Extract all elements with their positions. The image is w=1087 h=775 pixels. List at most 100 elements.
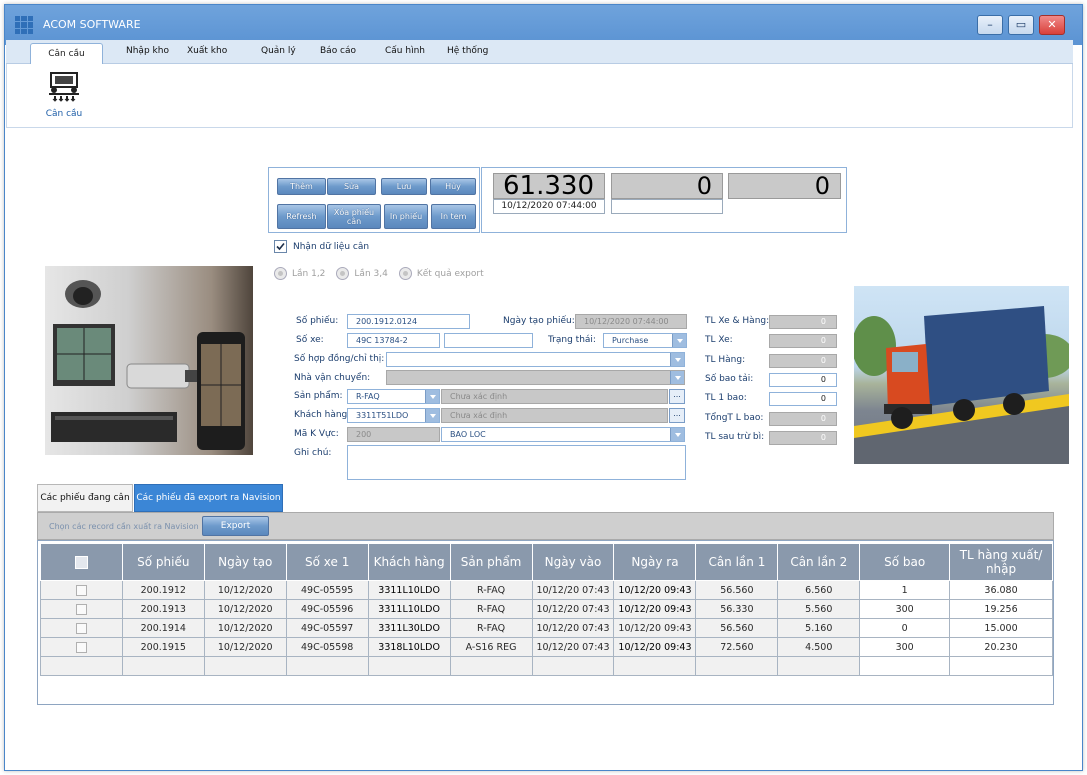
- row-checkbox[interactable]: [75, 641, 87, 653]
- column-header[interactable]: Ngày tạo: [203, 543, 287, 581]
- empty-cell: [40, 656, 123, 676]
- select-all-checkbox[interactable]: [74, 556, 88, 569]
- column-header[interactable]: Cân lần 1: [695, 543, 779, 581]
- row-checkbox[interactable]: [75, 584, 87, 596]
- chevron-down-icon[interactable]: [425, 409, 439, 422]
- second-weight-display: 0: [611, 173, 723, 199]
- select-all-header[interactable]: [40, 543, 123, 581]
- check-icon: [276, 242, 285, 251]
- region-label: Mã K Vực:: [294, 429, 339, 439]
- column-header[interactable]: Số phiếu: [121, 543, 205, 581]
- cancel-button[interactable]: Hủy: [430, 178, 476, 195]
- scale-tool-label: Cân cầu: [45, 109, 83, 119]
- stat-label: TổngT L bao:: [705, 413, 764, 423]
- stat-label: TL 1 bao:: [705, 393, 747, 403]
- table-cell: 56.560: [695, 618, 779, 638]
- print-ticket-button[interactable]: In phiếu: [384, 204, 428, 229]
- new-row[interactable]: [40, 656, 1053, 676]
- product-lookup-button[interactable]: ...: [669, 389, 685, 404]
- table-cell: 49C-05598: [285, 637, 369, 657]
- export-button[interactable]: Export: [202, 516, 269, 536]
- radio-export-result[interactable]: [398, 267, 412, 280]
- table-header-row: Số phiếu Ngày tạo Số xe 1 Khách hàng Sản phẩ…: [40, 543, 1053, 581]
- print-stamp-button[interactable]: In tem: [431, 204, 476, 229]
- edit-button[interactable]: Sửa: [327, 178, 376, 195]
- column-header[interactable]: Số bao: [859, 543, 951, 581]
- delete-ticket-button[interactable]: Xóa phiếu cân: [327, 204, 381, 229]
- note-textarea[interactable]: [347, 445, 686, 480]
- scale-tool-button[interactable]: Cân cầu: [41, 70, 87, 119]
- menu-tab-xuat-kho[interactable]: Xuất kho: [187, 46, 227, 56]
- row-select-cell[interactable]: [40, 580, 123, 600]
- stat-value[interactable]: 0: [769, 392, 837, 406]
- plate-secondary-field[interactable]: [444, 333, 533, 348]
- chevron-down-icon[interactable]: [425, 390, 439, 403]
- customer-lookup-button[interactable]: ...: [669, 408, 685, 423]
- status-select[interactable]: Purchase: [603, 333, 687, 348]
- product-select[interactable]: R-FAQ: [347, 389, 440, 404]
- maximize-button[interactable]: ▭: [1008, 15, 1034, 35]
- add-button[interactable]: Thêm: [277, 178, 326, 195]
- row-select-cell[interactable]: [40, 618, 123, 638]
- stat-value: 0: [769, 334, 837, 348]
- stat-value[interactable]: 0: [769, 373, 837, 387]
- row-checkbox[interactable]: [75, 622, 87, 634]
- column-header[interactable]: Khách hàng: [367, 543, 451, 581]
- receive-data-toggle[interactable]: Nhận dữ liệu cân: [274, 240, 369, 253]
- column-header[interactable]: Số xe 1: [285, 543, 369, 581]
- plate-field[interactable]: 49C 13784-2: [347, 333, 440, 348]
- row-select-cell[interactable]: [40, 599, 123, 619]
- table-row[interactable]: 200.1912 10/12/2020 49C-05595 3311L10LDO R-F…: [40, 580, 1053, 600]
- radio-lan-3-4[interactable]: [336, 267, 350, 280]
- stat-value: 0: [769, 354, 837, 368]
- chevron-down-icon[interactable]: [670, 353, 684, 366]
- empty-cell: [449, 656, 533, 676]
- tab-active-tickets[interactable]: Các phiếu đang cân: [37, 484, 133, 512]
- row-select-cell[interactable]: [40, 637, 123, 657]
- table-cell: 200.1914: [121, 618, 205, 638]
- carrier-label: Nhà vận chuyển:: [294, 373, 371, 383]
- ticket-no-field[interactable]: 200.1912.0124: [347, 314, 470, 329]
- table-cell: R-FAQ: [449, 618, 533, 638]
- contract-select[interactable]: [386, 352, 685, 367]
- title-bar[interactable]: ACOM SOFTWARE – ▭ ✕: [5, 5, 1082, 45]
- chevron-down-icon: [670, 371, 684, 384]
- menu-tab-can-cau[interactable]: Cân cầu: [30, 43, 103, 64]
- column-header[interactable]: Ngày ra: [613, 543, 697, 581]
- table-cell: 300: [859, 637, 951, 657]
- menu-tab-cau-hinh[interactable]: Cấu hình: [385, 46, 425, 56]
- radio-lan-1-2[interactable]: [274, 267, 287, 280]
- save-button[interactable]: Lưu: [381, 178, 427, 195]
- table-cell: 10/12/2020: [203, 599, 287, 619]
- region-name-value: BAO LOC: [450, 430, 486, 439]
- column-header[interactable]: Cân lần 2: [777, 543, 861, 581]
- camera-system-image: [45, 266, 253, 455]
- table-cell: 49C-05595: [285, 580, 369, 600]
- column-header[interactable]: TL hàng xuất/ nhập: [949, 543, 1053, 581]
- table-row[interactable]: 200.1913 10/12/2020 49C-05596 3311L10LDO R-F…: [40, 599, 1053, 619]
- note-label: Ghi chú:: [294, 448, 332, 458]
- menu-tab-nhap-kho[interactable]: Nhập kho: [126, 46, 169, 56]
- region-select[interactable]: BAO LOC: [441, 427, 685, 442]
- menu-tab-he-thong[interactable]: Hệ thống: [447, 46, 488, 56]
- region-code-field: 200: [347, 427, 440, 442]
- tab-exported-tickets[interactable]: Các phiếu đã export ra Navision: [134, 484, 283, 512]
- chevron-down-icon[interactable]: [672, 334, 686, 347]
- customer-select[interactable]: 3311T51LDO: [347, 408, 440, 423]
- minimize-button[interactable]: –: [977, 15, 1003, 35]
- close-button[interactable]: ✕: [1039, 15, 1065, 35]
- row-checkbox[interactable]: [75, 603, 87, 615]
- chevron-down-icon[interactable]: [670, 428, 684, 441]
- table-row[interactable]: 200.1915 10/12/2020 49C-05598 3318L10LDO A-S…: [40, 637, 1053, 657]
- menu-tab-bao-cao[interactable]: Báo cáo: [320, 46, 356, 56]
- tickets-grid: Số phiếu Ngày tạo Số xe 1 Khách hàng Sản phẩ…: [37, 540, 1054, 705]
- refresh-button[interactable]: Refresh: [277, 204, 326, 229]
- menu-tab-quan-ly[interactable]: Quản lý: [261, 46, 296, 56]
- column-header[interactable]: Sản phẩm: [449, 543, 533, 581]
- table-cell: 3311L30LDO: [367, 618, 451, 638]
- receive-data-checkbox[interactable]: [274, 240, 287, 253]
- table-cell: 72.560: [695, 637, 779, 657]
- app-logo-icon: [15, 16, 33, 34]
- column-header[interactable]: Ngày vào: [531, 543, 615, 581]
- table-row[interactable]: 200.1914 10/12/2020 49C-05597 3311L30LDO R-F…: [40, 618, 1053, 638]
